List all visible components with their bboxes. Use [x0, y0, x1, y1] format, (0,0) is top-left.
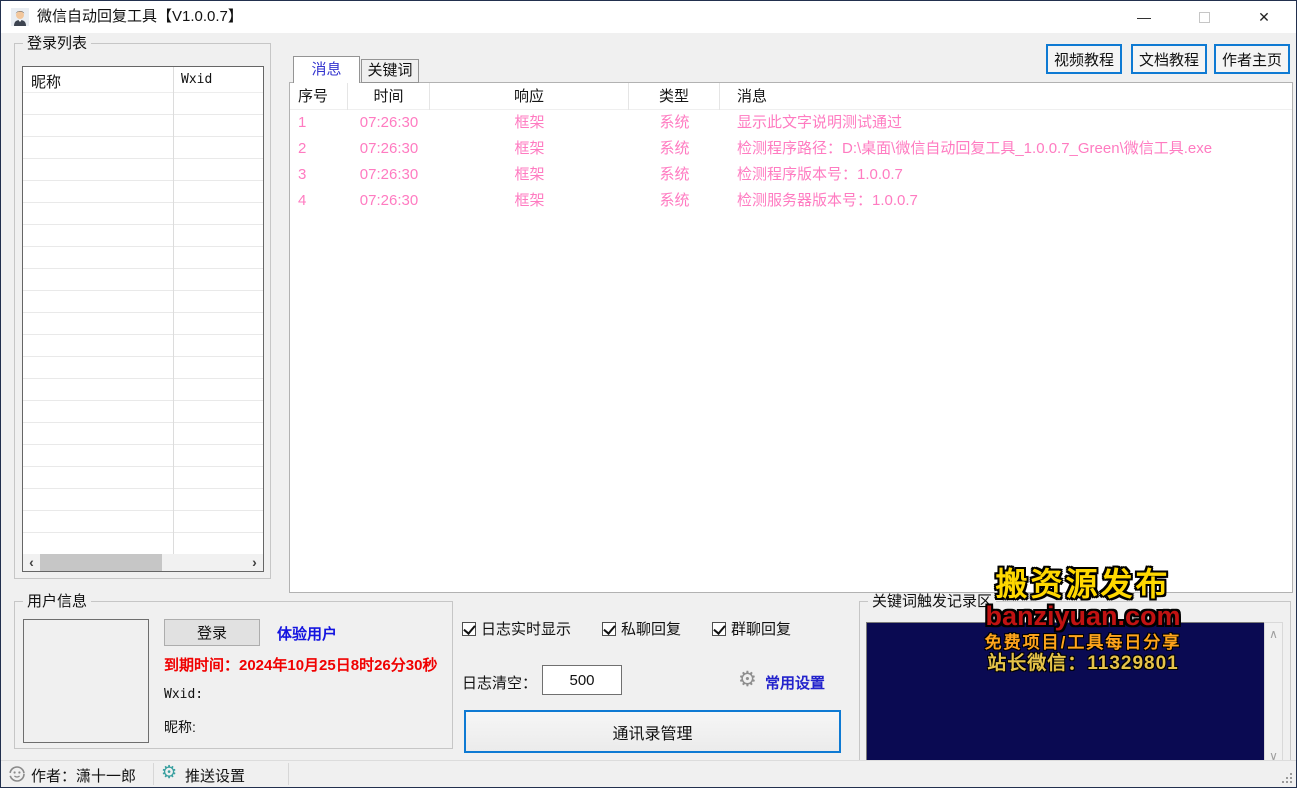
minimize-button[interactable]: — — [1114, 1, 1174, 33]
smiley-icon — [9, 766, 25, 782]
header-time[interactable]: 时间 — [348, 83, 430, 110]
checkbox-group-reply[interactable]: 群聊回复 — [712, 618, 791, 639]
column-separator — [173, 67, 174, 554]
close-button[interactable]: ✕ — [1234, 1, 1294, 33]
statusbar-divider — [153, 763, 154, 785]
cell-resp: 框架 — [430, 136, 629, 162]
cell-msg: 检测程序版本号：1.0.0.7 — [720, 162, 1292, 188]
cell-type: 系统 — [629, 162, 720, 188]
checkbox-label: 私聊回复 — [621, 618, 681, 639]
cell-seq: 2 — [290, 136, 348, 162]
user-info-group: 用户信息 登录 体验用户 到期时间：2024年10月25日8时26分30秒 Wx… — [14, 601, 453, 749]
cell-time: 07:26:30 — [348, 162, 430, 188]
header-msg[interactable]: 消息 — [720, 83, 1292, 110]
column-nickname[interactable]: 昵称 — [31, 71, 61, 92]
push-settings-gear-icon[interactable]: ⚙ — [161, 762, 177, 783]
user-type-label: 体验用户 — [277, 623, 337, 644]
scroll-left-arrow-icon[interactable]: ‹ — [23, 554, 40, 571]
cell-type: 系统 — [629, 110, 720, 136]
status-bar: 作者：潇十一郎 ⚙ 推送设置 — [1, 760, 1296, 787]
login-list-group: 登录列表 昵称 Wxid ‹ › — [14, 43, 271, 579]
app-window: 微信自动回复工具【V1.0.0.7】 — ✕ 登录列表 昵称 Wxid ‹ › … — [0, 0, 1297, 788]
cell-msg: 检测程序路径：D:\桌面\微信自动回复工具_1.0.0.7_Green\微信工具… — [720, 136, 1292, 162]
cell-seq: 4 — [290, 188, 348, 214]
column-wxid[interactable]: Wxid — [181, 72, 212, 87]
scroll-up-arrow-icon[interactable]: ∧ — [1265, 627, 1282, 641]
title-bar[interactable]: 微信自动回复工具【V1.0.0.7】 — ✕ — [1, 1, 1296, 33]
cell-resp: 框架 — [430, 110, 629, 136]
log-clear-input[interactable] — [542, 665, 622, 695]
cell-resp: 框架 — [430, 188, 629, 214]
checkbox-checked-icon — [712, 622, 726, 636]
window-title: 微信自动回复工具【V1.0.0.7】 — [37, 1, 243, 33]
contacts-manage-button[interactable]: 通讯录管理 — [464, 710, 841, 753]
checkbox-private-reply[interactable]: 私聊回复 — [602, 618, 681, 639]
nickname-label: 昵称: — [164, 717, 196, 737]
push-settings-link[interactable]: 推送设置 — [185, 765, 245, 786]
author-status-label: 作者：潇十一郎 — [31, 765, 136, 786]
cell-msg: 检测服务器版本号：1.0.0.7 — [720, 188, 1292, 214]
table-row[interactable]: 4 07:26:30 框架 系统 检测服务器版本号：1.0.0.7 — [290, 188, 1292, 214]
checkbox-label: 日志实时显示 — [481, 618, 571, 639]
resize-grip[interactable] — [1282, 773, 1292, 783]
video-tutorial-button[interactable]: 视频教程 — [1046, 44, 1122, 74]
scrollbar-thumb[interactable] — [40, 554, 162, 571]
window-controls: — ✕ — [1114, 1, 1294, 33]
table-row[interactable]: 2 07:26:30 框架 系统 检测程序路径：D:\桌面\微信自动回复工具_1… — [290, 136, 1292, 162]
message-log-panel[interactable]: 序号 时间 响应 类型 消息 1 07:26:30 框架 系统 显示此文字说明测… — [289, 82, 1293, 593]
checkbox-checked-icon — [602, 622, 616, 636]
scroll-right-arrow-icon[interactable]: › — [246, 554, 263, 571]
app-avatar-icon — [11, 8, 29, 26]
expire-time-label: 到期时间：2024年10月25日8时26分30秒 — [164, 654, 437, 675]
login-table-header: 昵称 Wxid — [23, 67, 263, 93]
maximize-icon — [1199, 12, 1210, 23]
log-clear-label: 日志清空： — [462, 672, 537, 693]
user-avatar-box — [23, 619, 149, 743]
login-list-table[interactable]: 昵称 Wxid ‹ › — [22, 66, 264, 572]
minimize-icon: — — [1137, 9, 1151, 25]
checkbox-checked-icon — [462, 622, 476, 636]
login-table-body[interactable] — [23, 93, 263, 554]
cell-seq: 1 — [290, 110, 348, 136]
table-row[interactable]: 1 07:26:30 框架 系统 显示此文字说明测试通过 — [290, 110, 1292, 136]
cell-time: 07:26:30 — [348, 136, 430, 162]
cell-msg: 显示此文字说明测试通过 — [720, 110, 1292, 136]
author-home-button[interactable]: 作者主页 — [1214, 44, 1290, 74]
cell-time: 07:26:30 — [348, 188, 430, 214]
checkbox-label: 群聊回复 — [731, 618, 791, 639]
common-settings-link[interactable]: 常用设置 — [765, 672, 825, 693]
user-info-label: 用户信息 — [23, 593, 91, 610]
cell-seq: 3 — [290, 162, 348, 188]
header-resp[interactable]: 响应 — [430, 83, 629, 110]
tab-keywords[interactable]: 关键词 — [361, 59, 419, 83]
keyword-record-label: 关键词触发记录区 — [868, 593, 996, 610]
close-icon: ✕ — [1258, 9, 1270, 26]
tab-messages[interactable]: 消息 — [293, 56, 360, 83]
wxid-label: Wxid: — [164, 687, 203, 702]
gear-icon[interactable]: ⚙ — [738, 667, 757, 692]
doc-tutorial-button[interactable]: 文档教程 — [1131, 44, 1207, 74]
cell-resp: 框架 — [430, 162, 629, 188]
keyword-record-textarea[interactable] — [866, 622, 1264, 768]
keyword-record-group: 关键词触发记录区 ∧ ∨ — [859, 601, 1291, 775]
checkbox-log-realtime[interactable]: 日志实时显示 — [462, 618, 571, 639]
cell-type: 系统 — [629, 136, 720, 162]
cell-type: 系统 — [629, 188, 720, 214]
cell-time: 07:26:30 — [348, 110, 430, 136]
statusbar-divider — [288, 763, 289, 785]
horizontal-scrollbar[interactable]: ‹ › — [23, 554, 263, 571]
table-row[interactable]: 3 07:26:30 框架 系统 检测程序版本号：1.0.0.7 — [290, 162, 1292, 188]
maximize-button[interactable] — [1174, 1, 1234, 33]
header-type[interactable]: 类型 — [629, 83, 720, 110]
header-seq[interactable]: 序号 — [290, 83, 348, 110]
message-table-header: 序号 时间 响应 类型 消息 — [290, 83, 1292, 110]
login-button[interactable]: 登录 — [164, 619, 260, 646]
vertical-scrollbar[interactable]: ∧ ∨ — [1264, 622, 1283, 768]
login-list-label: 登录列表 — [23, 35, 91, 52]
